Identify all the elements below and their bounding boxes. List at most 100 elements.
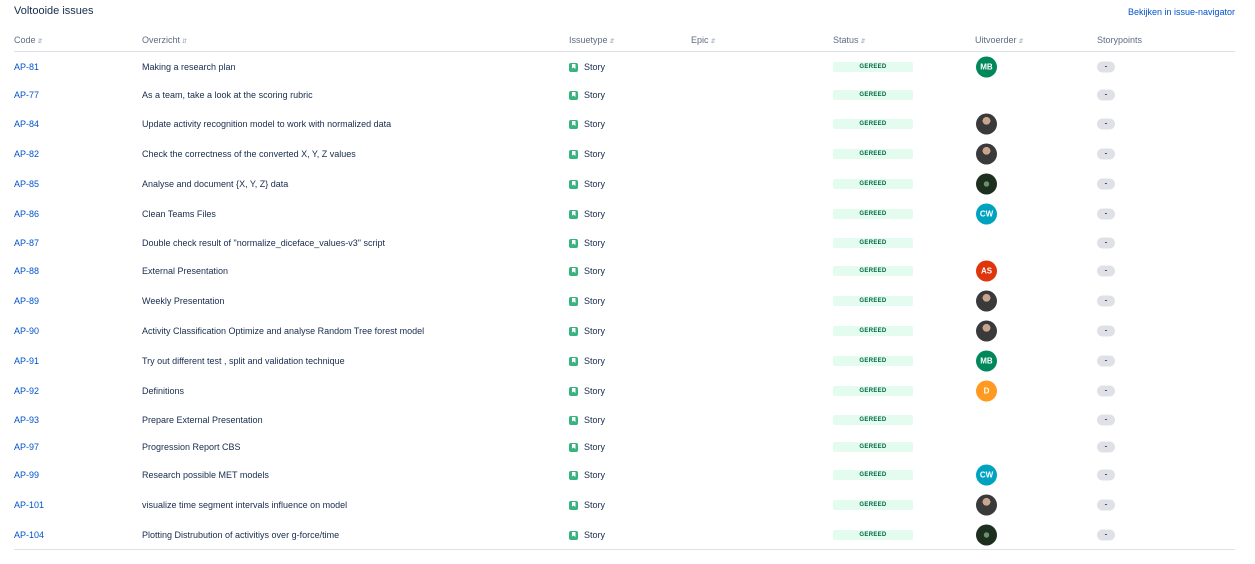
sort-icon: ⇵ <box>1018 39 1024 45</box>
story-icon <box>569 386 578 396</box>
issue-navigator-link[interactable]: Bekijken in issue-navigator <box>1128 7 1235 17</box>
issue-code-link[interactable]: AP-97 <box>14 442 39 452</box>
status-badge: GEREED <box>833 470 913 480</box>
issue-type-label: Story <box>584 530 606 540</box>
assignee-avatar[interactable]: CW <box>976 464 997 486</box>
sort-icon: ⇵ <box>37 39 43 45</box>
issue-type-label: Story <box>584 179 606 189</box>
column-header-epic[interactable]: Epic ⇵ <box>691 35 716 45</box>
assignee-avatar[interactable]: D <box>976 380 997 402</box>
issue-code-link[interactable]: AP-92 <box>14 386 39 396</box>
issue-code-link[interactable]: AP-90 <box>14 326 39 336</box>
assignee-avatar[interactable]: MB <box>976 350 997 372</box>
story-icon <box>569 209 578 219</box>
table-row[interactable]: AP-101 visualize time segment intervals i… <box>0 493 1255 517</box>
sort-icon: ⇵ <box>182 39 188 45</box>
issue-type-label: Story <box>584 386 606 396</box>
storypoints-badge: - <box>1097 178 1115 190</box>
table-row[interactable]: AP-91 Try out different test , split and … <box>0 349 1255 373</box>
issue-type-label: Story <box>584 500 606 510</box>
issue-type: Story <box>569 149 605 159</box>
table-row[interactable]: AP-82 Check the correctness of the conver… <box>0 142 1255 166</box>
assignee-avatar[interactable] <box>976 494 997 516</box>
issue-type-label: Story <box>584 356 606 366</box>
issue-code-link[interactable]: AP-86 <box>14 209 39 219</box>
issue-type-label: Story <box>584 62 606 72</box>
issue-code-link[interactable]: AP-104 <box>14 530 44 540</box>
issue-code-link[interactable]: AP-85 <box>14 179 39 189</box>
assignee-avatar[interactable] <box>976 173 997 195</box>
assignee-avatar[interactable] <box>976 524 997 546</box>
status-badge: GEREED <box>833 442 913 452</box>
status-badge: GEREED <box>833 149 913 159</box>
table-row[interactable]: AP-87 Double check result of "normalize_d… <box>0 231 1255 255</box>
issue-type: Story <box>569 356 605 366</box>
issue-type-label: Story <box>584 326 606 336</box>
table-row[interactable]: AP-86 Clean Teams Files Story GEREED CW - <box>0 202 1255 226</box>
assignee-avatar[interactable] <box>976 113 997 135</box>
table-row[interactable]: AP-90 Activity Classification Optimize an… <box>0 319 1255 343</box>
table-row[interactable]: AP-99 Research possible MET models Story GE… <box>0 463 1255 487</box>
assignee-avatar[interactable]: MB <box>976 56 997 78</box>
story-icon <box>569 415 578 425</box>
table-row[interactable]: AP-104 Plotting Distrubution of activitiy… <box>0 523 1255 547</box>
table-row[interactable]: AP-81 Making a research plan Story GEREED MB… <box>0 55 1255 79</box>
story-icon <box>569 500 578 510</box>
issue-code-link[interactable]: AP-81 <box>14 62 39 72</box>
issue-type: Story <box>569 326 605 336</box>
storypoints-badge: - <box>1097 529 1115 541</box>
issue-code-link[interactable]: AP-93 <box>14 415 39 425</box>
issue-type: Story <box>569 209 605 219</box>
table-row[interactable]: AP-92 Definitions Story GEREED D - <box>0 379 1255 403</box>
column-header-code[interactable]: Code ⇵ <box>14 35 43 45</box>
table-bottom-divider <box>14 549 1235 550</box>
table-row[interactable]: AP-89 Weekly Presentation Story GEREED - <box>0 289 1255 313</box>
assignee-avatar[interactable] <box>976 320 997 342</box>
assignee-avatar[interactable] <box>976 143 997 165</box>
table-row[interactable]: AP-77 As a team, take a look at the scori… <box>0 83 1255 107</box>
issue-summary: External Presentation <box>142 266 229 276</box>
column-header-issuetype[interactable]: Issuetype ⇵ <box>569 35 615 45</box>
issue-code-link[interactable]: AP-84 <box>14 119 39 129</box>
storypoints-badge: - <box>1097 499 1115 511</box>
issue-type: Story <box>569 179 605 189</box>
issue-code-link[interactable]: AP-87 <box>14 238 39 248</box>
column-header-storypoints[interactable]: Storypoints <box>1097 35 1142 45</box>
storypoints-badge: - <box>1097 89 1115 101</box>
issue-type-label: Story <box>584 209 606 219</box>
issue-code-link[interactable]: AP-77 <box>14 90 39 100</box>
issue-type: Story <box>569 470 605 480</box>
storypoints-badge: - <box>1097 61 1115 73</box>
table-row[interactable]: AP-84 Update activity recognition model t… <box>0 112 1255 136</box>
issue-type-label: Story <box>584 266 606 276</box>
status-badge: GEREED <box>833 266 913 276</box>
assignee-avatar[interactable]: CW <box>976 203 997 225</box>
column-header-assignee[interactable]: Uitvoerder ⇵ <box>975 35 1024 45</box>
story-icon <box>569 530 578 540</box>
assignee-avatar[interactable]: AS <box>976 260 997 282</box>
storypoints-badge: - <box>1097 414 1115 426</box>
assignee-avatar[interactable] <box>976 290 997 312</box>
issue-code-link[interactable]: AP-89 <box>14 296 39 306</box>
column-header-summary[interactable]: Overzicht ⇵ <box>142 35 187 45</box>
issue-code-link[interactable]: AP-91 <box>14 356 39 366</box>
table-row[interactable]: AP-93 Prepare External Presentation Story G… <box>0 408 1255 432</box>
issue-code-link[interactable]: AP-82 <box>14 149 39 159</box>
storypoints-badge: - <box>1097 441 1115 453</box>
issue-code-link[interactable]: AP-99 <box>14 470 39 480</box>
table-row[interactable]: AP-85 Analyse and document {X, Y, Z} data… <box>0 172 1255 196</box>
storypoints-badge: - <box>1097 325 1115 337</box>
issue-summary: Plotting Distrubution of activitiys over… <box>142 530 340 540</box>
storypoints-badge: - <box>1097 355 1115 367</box>
story-icon <box>569 442 578 452</box>
table-row[interactable]: AP-97 Progression Report CBS Story GEREED - <box>0 435 1255 459</box>
column-header-status[interactable]: Status ⇵ <box>833 35 866 45</box>
column-header-storypoints-label: Storypoints <box>1097 35 1143 45</box>
issue-type-label: Story <box>584 442 606 452</box>
issue-code-link[interactable]: AP-88 <box>14 266 39 276</box>
issue-type-label: Story <box>584 238 606 248</box>
issue-code-link[interactable]: AP-101 <box>14 500 44 510</box>
table-row[interactable]: AP-88 External Presentation Story GEREED AS - <box>0 259 1255 283</box>
page-title: Voltooide issues <box>14 5 94 17</box>
status-badge: GEREED <box>833 326 913 336</box>
